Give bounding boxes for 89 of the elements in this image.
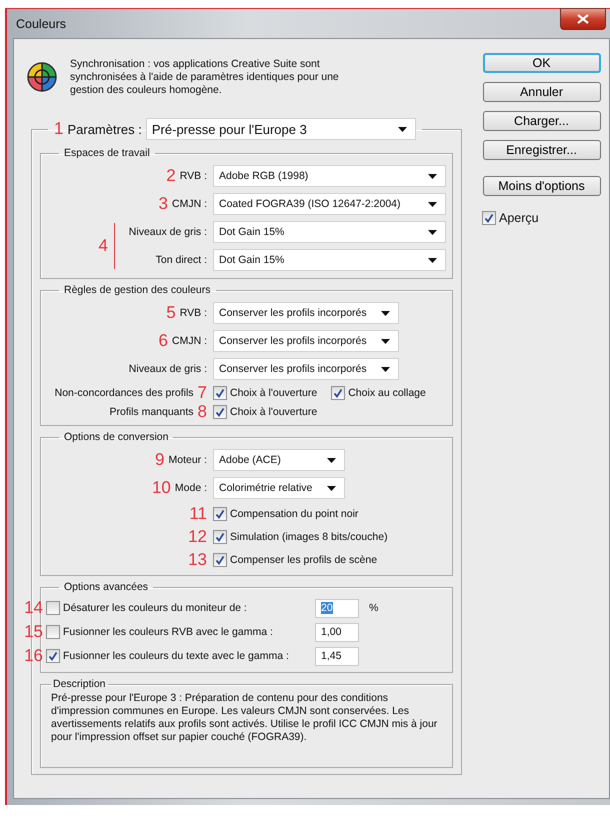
checkbox-label: Fusionner les couleurs du texte avec le gamma : <box>63 650 290 662</box>
field-label: RVB : <box>180 170 207 182</box>
annotation-number: 14 <box>23 599 43 617</box>
field-label: Niveaux de gris : <box>128 226 207 238</box>
sync-message: Synchronisation : vos applications Creative Suite sont synchronisées à l'aide de paramètres identiques pour une gestion des couleurs homogène. <box>70 58 340 96</box>
annotation-number: 5 <box>166 304 176 322</box>
dialog-button[interactable]: Moins d'options <box>482 176 600 196</box>
dropdown[interactable]: Conserver les profils incorporés <box>213 330 399 352</box>
checkbox-label: Compensation du point noir <box>230 508 358 520</box>
dropdown-arrow-icon <box>381 310 390 316</box>
checkbox[interactable] <box>482 211 496 225</box>
checkbox[interactable] <box>46 625 60 639</box>
field-label: Ton direct : <box>156 254 207 266</box>
checkbox-label: Choix à l'ouverture <box>230 406 318 418</box>
field-label: RVB : <box>180 307 207 319</box>
field-label: Non-concordances des profils <box>54 386 194 398</box>
dropdown-arrow-icon <box>327 458 336 462</box>
dropdown[interactable]: Colorimétrie relative <box>213 477 345 499</box>
group-title: Espaces de travail <box>63 147 151 159</box>
group-title: Options de conversion <box>63 431 170 443</box>
dropdown[interactable]: Coated FOGRA39 (ISO 12647-2:2004) <box>213 193 446 215</box>
field-label: Paramètres : <box>67 122 142 136</box>
checkbox-label: Choix à l'ouverture <box>230 386 318 398</box>
bracket-line <box>114 223 115 269</box>
close-button[interactable] <box>560 8 606 30</box>
dropdown[interactable]: Adobe (ACE) <box>213 449 345 471</box>
annotation-number: 10 <box>152 479 171 497</box>
window-title: Couleurs <box>15 16 66 30</box>
annotation-number: 11 <box>189 504 207 522</box>
dropdown-arrow-icon <box>381 338 390 344</box>
field-label: Moteur : <box>168 454 207 466</box>
dropdown-arrow-icon <box>398 126 407 132</box>
close-icon <box>577 14 589 24</box>
annotation-number: 1 <box>54 120 64 138</box>
dialog-button[interactable]: Annuler <box>482 82 600 102</box>
dropdown-arrow-icon <box>428 258 437 262</box>
dialog-button[interactable]: OK <box>482 53 600 73</box>
checkbox[interactable] <box>46 601 60 615</box>
annotation-number: 15 <box>23 623 43 641</box>
dialog-button[interactable]: Enregistrer... <box>482 140 600 160</box>
dropdown[interactable]: Adobe RGB (1998) <box>213 165 446 187</box>
description-text: Pré-presse pour l'Europe 3 : Préparation de contenu pour des conditions d'impression communes en Europe. Les valeurs CMJN sont conservées. Les avertissements relatifs aux profils sont activés. Utilise le profil ICC CMJN mis à jour pour l'impression offset sur papier couché (FOGRA39). <box>51 692 438 744</box>
checkbox[interactable] <box>46 649 60 663</box>
input-field[interactable]: 20 <box>315 598 359 618</box>
checkbox[interactable] <box>213 552 227 566</box>
checkbox[interactable] <box>213 404 227 418</box>
annotation-number: 8 <box>198 402 207 420</box>
checkbox[interactable] <box>213 506 227 520</box>
dropdown-arrow-icon <box>327 486 336 490</box>
dropdown-arrow-icon <box>428 230 437 234</box>
dropdown[interactable]: Dot Gain 15% <box>213 249 446 271</box>
annotation-number: 6 <box>158 332 168 350</box>
annotation-number: 12 <box>188 528 207 546</box>
annotation-number: 13 <box>188 550 207 568</box>
unit-label: % <box>369 602 378 614</box>
field-label: Profils manquants <box>109 406 194 418</box>
group-title: Description <box>52 678 107 690</box>
checkbox[interactable] <box>213 530 227 544</box>
checkbox-label: Simulation (images 8 bits/couche) <box>230 530 388 542</box>
group-title: Règles de gestion des couleurs <box>63 284 212 296</box>
color-wheel-icon <box>26 61 58 93</box>
checkbox[interactable] <box>331 386 346 400</box>
annotation-number: 3 <box>158 195 168 213</box>
annotation-number: 2 <box>166 167 176 185</box>
checkbox-label: Désaturer les couleurs du moniteur de : <box>63 602 248 614</box>
group-title: Options avancées <box>63 581 150 593</box>
field-label: Niveaux de gris : <box>128 363 207 375</box>
checkbox-label: Fusionner les couleurs RVB avec le gamma : <box>63 626 274 638</box>
input-field[interactable]: 1,45 <box>315 646 359 666</box>
checkbox[interactable] <box>213 386 227 400</box>
annotation-number: 16 <box>23 647 43 665</box>
field-label: Mode : <box>174 482 207 494</box>
dropdown[interactable]: Pré-presse pour l'Europe 3 <box>146 118 416 140</box>
annotation-number: 9 <box>155 451 164 469</box>
dropdown[interactable]: Dot Gain 15% <box>213 221 446 243</box>
field-label: CMJN : <box>172 198 207 210</box>
field-label: CMJN : <box>172 335 207 347</box>
dropdown-arrow-icon <box>428 202 437 206</box>
checkbox-label: Compenser les profils de scène <box>230 554 378 566</box>
dropdown[interactable]: Conserver les profils incorporés <box>213 358 399 380</box>
annotation-number: 4 <box>98 237 108 255</box>
checkbox-label: Aperçu <box>499 211 539 225</box>
checkbox-label: Choix au collage <box>348 386 426 398</box>
dropdown[interactable]: Conserver les profils incorporés <box>213 302 399 324</box>
dropdown-arrow-icon <box>428 174 437 178</box>
annotation-number: 7 <box>198 384 207 402</box>
dropdown-arrow-icon <box>381 366 390 372</box>
input-field[interactable]: 1,00 <box>315 622 359 642</box>
dialog-button[interactable]: Charger... <box>482 111 600 131</box>
